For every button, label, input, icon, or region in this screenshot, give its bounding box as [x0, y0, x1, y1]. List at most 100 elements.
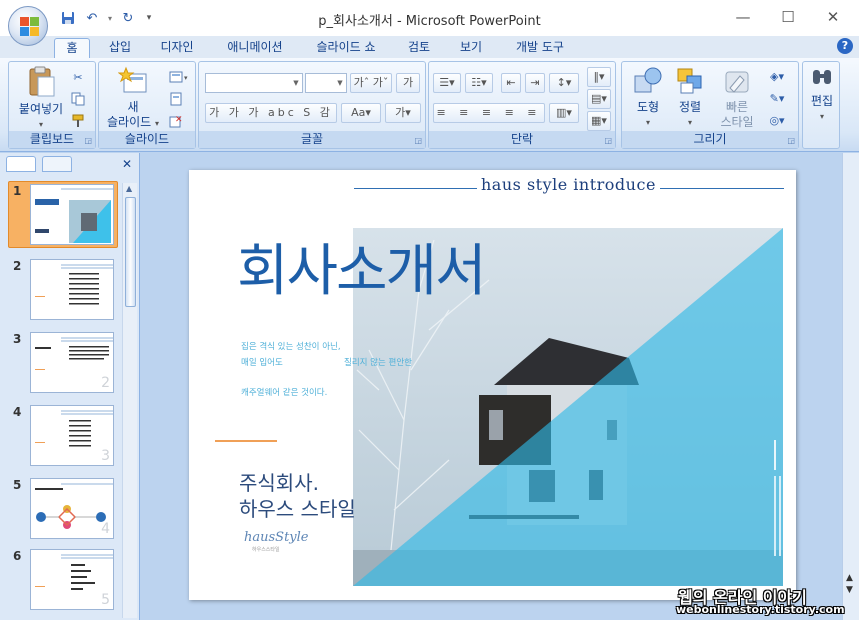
panel-scrollbar-thumb[interactable] — [125, 197, 136, 307]
ribbon-tabs: 홈 삽입 디자인 애니메이션 슬라이드 쇼 검토 보기 개발 도구 ? — [0, 36, 859, 58]
editing-label: 편집 — [810, 94, 834, 108]
group-drawing: 도형 ▾ 정렬 ▾ 빠른 스타일 ◈▾ ✎▾ ◎▾ 그리기 ◲ — [621, 61, 799, 149]
clear-formatting-button[interactable]: 가 — [396, 73, 420, 93]
copy-icon[interactable] — [69, 90, 87, 108]
smartart-button[interactable]: ▦▾ — [587, 111, 611, 131]
intro-text: haus style introduce — [477, 175, 660, 194]
font-size-grow-shrink-button[interactable]: 가ˆ 가ˇ — [350, 73, 392, 93]
maximize-button[interactable]: ☐ — [773, 6, 803, 28]
new-slide-icon — [117, 66, 147, 93]
editing-button[interactable]: 편집 ▾ — [805, 66, 839, 124]
company-line-1: 주식회사. — [239, 471, 319, 495]
main-scrollbar[interactable]: ▲ ▼ — [842, 153, 859, 620]
tab-view[interactable]: 보기 — [450, 38, 492, 58]
slide-thumbnail-3[interactable]: 2 — [30, 332, 114, 393]
clipboard-group-label: 클립보드 — [9, 131, 95, 148]
thumbnail-number: 3 — [13, 332, 22, 346]
paragraph-launcher-icon[interactable]: ◲ — [604, 136, 612, 145]
drawing-launcher-icon[interactable]: ◲ — [787, 136, 795, 145]
help-icon[interactable]: ? — [837, 38, 853, 54]
office-button[interactable] — [8, 6, 48, 46]
delete-slide-icon[interactable]: ✕ — [167, 112, 185, 130]
body-line-1: 집은 격식 있는 성찬이 아닌, — [241, 342, 341, 352]
paste-icon — [29, 66, 55, 97]
thumbnail-page-number: 4 — [101, 521, 110, 537]
font-color-button[interactable]: 가▾ — [385, 103, 421, 123]
binoculars-icon — [813, 70, 831, 84]
watermark-url: webonlinestory.tistory.com — [676, 603, 845, 616]
new-slide-button[interactable]: 새 슬라이드 ▾ — [101, 66, 165, 131]
shape-effects-icon[interactable]: ◎▾ — [762, 111, 792, 129]
numbering-button[interactable]: ☷▾ — [465, 73, 493, 93]
group-slides: 새 슬라이드 ▾ ▾ ✕ 슬라이드 — [98, 61, 196, 149]
tab-slideshow[interactable]: 슬라이드 쇼 — [305, 38, 387, 58]
slide-thumbnail-4[interactable]: 3 — [30, 405, 114, 466]
font-name-combo[interactable]: ▼ — [205, 73, 303, 93]
company-name: 주식회사. 하우스 스타일 — [239, 470, 356, 522]
scroll-up-icon[interactable]: ▲ — [126, 184, 132, 193]
slide-thumbnail-6[interactable]: 5 — [30, 549, 114, 610]
slide-thumbnail-1[interactable] — [30, 184, 114, 245]
font-launcher-icon[interactable]: ◲ — [414, 136, 422, 145]
format-painter-icon[interactable] — [69, 112, 87, 130]
slide-editing-area: haus style introduce 회사소개서 집은 격식 있는 성찬이 … — [141, 153, 842, 620]
outline-tab-icon[interactable] — [42, 156, 72, 172]
ribbon: 붙여넣기 ▾ ✂ 클립보드 ◲ 새 슬라이드 ▾ ▾ ✕ 슬라이드 ▼ ▼ 가ˆ… — [0, 58, 859, 152]
shape-outline-icon[interactable]: ✎▾ — [762, 89, 792, 107]
slide-canvas[interactable]: haus style introduce 회사소개서 집은 격식 있는 성찬이 … — [189, 170, 796, 600]
thumbnail-number: 1 — [13, 184, 22, 198]
text-direction-button[interactable]: ‖▾ — [587, 67, 611, 87]
arrange-button[interactable]: 정렬 ▾ — [668, 66, 712, 130]
line-spacing-button[interactable]: ↕▾ — [549, 73, 579, 93]
bullets-button[interactable]: ☰▾ — [433, 73, 461, 93]
shapes-label: 도형 — [636, 100, 660, 114]
tab-design[interactable]: 디자인 — [152, 38, 202, 58]
body-line-2b: 질리지 않는 편안한 — [344, 358, 412, 368]
slides-tab-icon[interactable] — [6, 156, 36, 172]
arrange-label: 정렬 — [678, 100, 702, 114]
increase-indent-button[interactable]: ⇥ — [525, 73, 545, 93]
cut-icon[interactable]: ✂ — [69, 68, 87, 86]
font-group-label: 글꼴 — [199, 131, 425, 148]
thumbnail-page-number: 5 — [101, 592, 110, 608]
change-case-button[interactable]: Aa▾ — [341, 103, 381, 123]
shapes-button[interactable]: 도형 ▾ — [626, 66, 670, 130]
tab-insert[interactable]: 삽입 — [100, 38, 140, 58]
group-paragraph: ☰▾ ☷▾ ⇤ ⇥ ↕▾ ‖▾ ▤▾ ≡ ≡ ≡ ≡ ≡ ▥▾ ▦▾ 단락 ◲ — [428, 61, 616, 149]
alignment-buttons[interactable]: ≡ ≡ ≡ ≡ ≡ — [433, 103, 545, 123]
layout-icon[interactable]: ▾ — [167, 68, 193, 86]
prev-slide-icon[interactable]: ▲ — [846, 573, 853, 583]
slide-thumbnail-5[interactable]: 4 — [30, 478, 114, 539]
panel-scrollbar[interactable]: ▲ — [122, 183, 137, 618]
thumbnail-number: 4 — [13, 405, 22, 419]
paste-button[interactable]: 붙여넣기 ▾ — [13, 66, 69, 132]
svg-text:✕: ✕ — [175, 115, 183, 125]
minimize-button[interactable]: — — [728, 6, 758, 28]
group-editing: 편집 ▾ — [802, 61, 840, 149]
slide-thumbnail-2[interactable] — [30, 259, 114, 320]
decrease-indent-button[interactable]: ⇤ — [501, 73, 521, 93]
next-slide-icon[interactable]: ▼ — [846, 585, 853, 595]
tab-animation[interactable]: 애니메이션 — [217, 38, 293, 58]
vertical-caption — [764, 440, 784, 560]
columns-button[interactable]: ▥▾ — [549, 103, 579, 123]
shape-fill-icon[interactable]: ◈▾ — [762, 67, 792, 85]
align-text-button[interactable]: ▤▾ — [587, 89, 611, 109]
panel-close-icon[interactable]: ✕ — [122, 157, 132, 171]
new-slide-label-2: 슬라이드 — [106, 115, 152, 129]
tab-developer[interactable]: 개발 도구 — [505, 38, 575, 58]
paste-label: 붙여넣기 — [18, 102, 64, 116]
close-button[interactable]: ✕ — [818, 6, 848, 28]
orange-divider — [215, 440, 277, 442]
tab-home[interactable]: 홈 — [54, 38, 90, 58]
reset-slide-icon[interactable] — [167, 90, 185, 108]
quick-styles-label-2: 스타일 — [720, 115, 754, 129]
tab-review[interactable]: 검토 — [398, 38, 440, 58]
quick-styles-button[interactable]: 빠른 스타일 — [712, 66, 762, 130]
drawing-group-label: 그리기 — [622, 131, 798, 148]
paragraph-group-label: 단락 — [429, 131, 615, 148]
quick-styles-label-1: 빠른 — [725, 100, 749, 114]
font-size-combo[interactable]: ▼ — [305, 73, 347, 93]
clipboard-launcher-icon[interactable]: ◲ — [84, 136, 92, 145]
font-style-buttons[interactable]: 가 가 가 abc S 감 — [205, 103, 337, 123]
